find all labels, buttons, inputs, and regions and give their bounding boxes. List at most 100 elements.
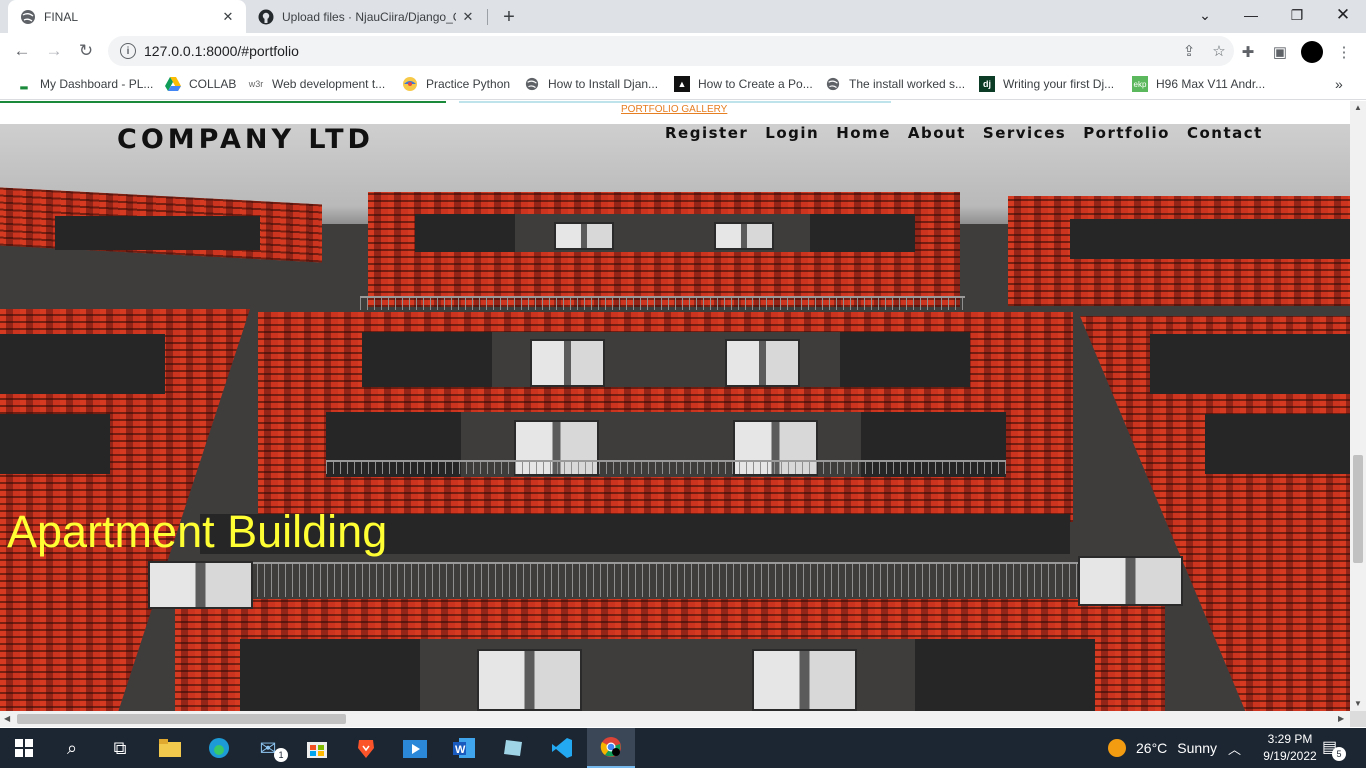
portfolio-gallery-link[interactable]: PORTFOLIO GALLERY: [621, 104, 727, 115]
horizontal-scrollbar[interactable]: ◀ ▶: [0, 711, 1350, 727]
weather-desc: Sunny: [1177, 740, 1217, 756]
balcony-recess: [415, 214, 515, 252]
edge-icon[interactable]: [195, 728, 243, 768]
brave-icon[interactable]: [342, 728, 390, 768]
nav-register[interactable]: Register: [665, 124, 748, 142]
site-info-icon[interactable]: i: [120, 43, 136, 59]
balcony-railing: [360, 296, 965, 310]
mail-icon[interactable]: ✉ 1: [244, 728, 292, 768]
hero-caption: Apartment Building: [7, 506, 388, 557]
chrome-icon[interactable]: [587, 728, 635, 768]
nav-home[interactable]: Home: [836, 124, 891, 142]
window: [752, 649, 857, 711]
bookmark-label: Writing your first Dj...: [1003, 77, 1115, 91]
address-bar[interactable]: i 127.0.0.1:8000/#portfolio ⇪ ☆: [108, 36, 1234, 66]
side-panel-icon[interactable]: ▣: [1268, 40, 1292, 64]
nav-contact[interactable]: Contact: [1187, 124, 1263, 142]
new-tab-button[interactable]: +: [496, 4, 522, 30]
search-icon[interactable]: ⌕: [48, 728, 96, 768]
globe-icon: [20, 9, 36, 25]
file-explorer-icon[interactable]: [146, 728, 194, 768]
avatar[interactable]: [1301, 41, 1323, 63]
chevron-up-icon[interactable]: ︿: [1228, 739, 1241, 758]
app-icon[interactable]: [489, 728, 537, 768]
bookmark-label: Web development t...: [272, 77, 386, 91]
sun-icon: [1108, 739, 1126, 757]
restore-button[interactable]: ❐: [1274, 0, 1320, 30]
notification-icon[interactable]: ▤ 5: [1322, 737, 1346, 761]
bookmark-item[interactable]: ekp H96 Max V11 Andr...: [1132, 76, 1265, 92]
window: [1078, 556, 1183, 606]
tab-strip: FINAL ✕ Upload files · NjauCiira/Django_…: [0, 0, 1366, 33]
bookmark-item[interactable]: dj Writing your first Dj...: [979, 76, 1114, 92]
extensions-icon[interactable]: ✚: [1236, 40, 1260, 64]
back-button[interactable]: ←: [8, 37, 36, 65]
url-text[interactable]: 127.0.0.1:8000/#portfolio: [144, 43, 1174, 59]
scrollbar-thumb[interactable]: [1353, 455, 1363, 563]
vscode-icon[interactable]: [538, 728, 586, 768]
nav-about[interactable]: About: [908, 124, 966, 142]
media-player-icon[interactable]: [391, 728, 439, 768]
taskbar: ⌕ ⧉ ✉ 1 W 26°C Sunny ︿ 3:29 PM 9/19/2022…: [0, 728, 1366, 768]
balcony-recess: [840, 332, 970, 387]
w3-icon: w3r: [248, 79, 264, 89]
tab-title: Upload files · NjauCiira/Django_C: [282, 9, 456, 24]
word-icon[interactable]: W: [440, 728, 488, 768]
task-view-icon[interactable]: ⧉: [96, 728, 144, 768]
bookmark-item[interactable]: ▂ My Dashboard - PL...: [16, 76, 154, 92]
window: [554, 222, 614, 250]
clock[interactable]: 3:29 PM 9/19/2022: [1255, 731, 1325, 765]
bookmark-label: How to Install Djan...: [548, 77, 659, 91]
vertical-scrollbar[interactable]: ▲ ▼: [1350, 101, 1366, 711]
svg-text:W: W: [455, 744, 466, 756]
bookmark-label: My Dashboard - PL...: [40, 77, 154, 91]
window: [148, 561, 253, 609]
scrollbar-corner: [1350, 711, 1366, 727]
bookmark-item[interactable]: How to Install Djan...: [524, 76, 658, 92]
share-icon[interactable]: ⇪: [1174, 42, 1204, 60]
window: [530, 339, 605, 387]
scroll-down-icon[interactable]: ▼: [1354, 699, 1362, 708]
scroll-up-icon[interactable]: ▲: [1354, 103, 1362, 112]
reload-button[interactable]: ↻: [72, 37, 100, 65]
tab-final[interactable]: FINAL ✕: [8, 0, 246, 33]
close-icon[interactable]: ✕: [216, 5, 240, 29]
more-bookmarks-icon[interactable]: »: [1335, 76, 1343, 92]
weather-widget[interactable]: 26°C Sunny: [1108, 728, 1217, 768]
bookmark-label: H96 Max V11 Andr...: [1156, 77, 1266, 91]
menu-icon[interactable]: ⋮: [1332, 40, 1356, 64]
bookmark-item[interactable]: COLLAB: [165, 76, 236, 92]
balcony-recess: [362, 332, 492, 387]
bookmark-item[interactable]: w3r Web development t...: [248, 76, 385, 92]
balcony-railing: [215, 562, 1095, 597]
notification-count: 5: [1332, 747, 1346, 761]
scroll-left-icon[interactable]: ◀: [4, 714, 10, 723]
bookmark-item[interactable]: ▲ How to Create a Po...: [674, 76, 813, 92]
tab-upload-files[interactable]: Upload files · NjauCiira/Django_C ✕: [248, 0, 486, 33]
nav-login[interactable]: Login: [765, 124, 819, 142]
tab-search-icon[interactable]: ⌄: [1182, 0, 1228, 30]
clock-date: 9/19/2022: [1263, 749, 1317, 763]
forward-button[interactable]: →: [40, 37, 68, 65]
bookmark-label: COLLAB: [189, 77, 237, 91]
scrollbar-thumb[interactable]: [17, 714, 346, 724]
progress-bar: [0, 101, 446, 103]
nav-services[interactable]: Services: [983, 124, 1066, 142]
close-window-button[interactable]: ✕: [1320, 0, 1366, 30]
balcony-recess: [0, 334, 165, 394]
medium-icon: ▲: [674, 76, 690, 92]
close-icon[interactable]: ✕: [456, 5, 480, 29]
windows-start-icon[interactable]: [0, 728, 48, 768]
balcony-railing: [326, 460, 1006, 474]
progress-bar-track: [459, 101, 891, 103]
bookmark-item[interactable]: Practice Python: [402, 76, 510, 92]
minimize-button[interactable]: —: [1228, 0, 1274, 30]
mail-badge: 1: [274, 748, 288, 762]
bookmark-item[interactable]: The install worked s...: [825, 76, 965, 92]
nav-portfolio[interactable]: Portfolio: [1083, 124, 1170, 142]
store-icon[interactable]: [293, 728, 341, 768]
brand-logo[interactable]: COMPANY LTD: [117, 124, 374, 155]
star-icon[interactable]: ☆: [1204, 42, 1234, 60]
bookmark-label: Practice Python: [426, 77, 511, 91]
scroll-right-icon[interactable]: ▶: [1338, 714, 1344, 723]
